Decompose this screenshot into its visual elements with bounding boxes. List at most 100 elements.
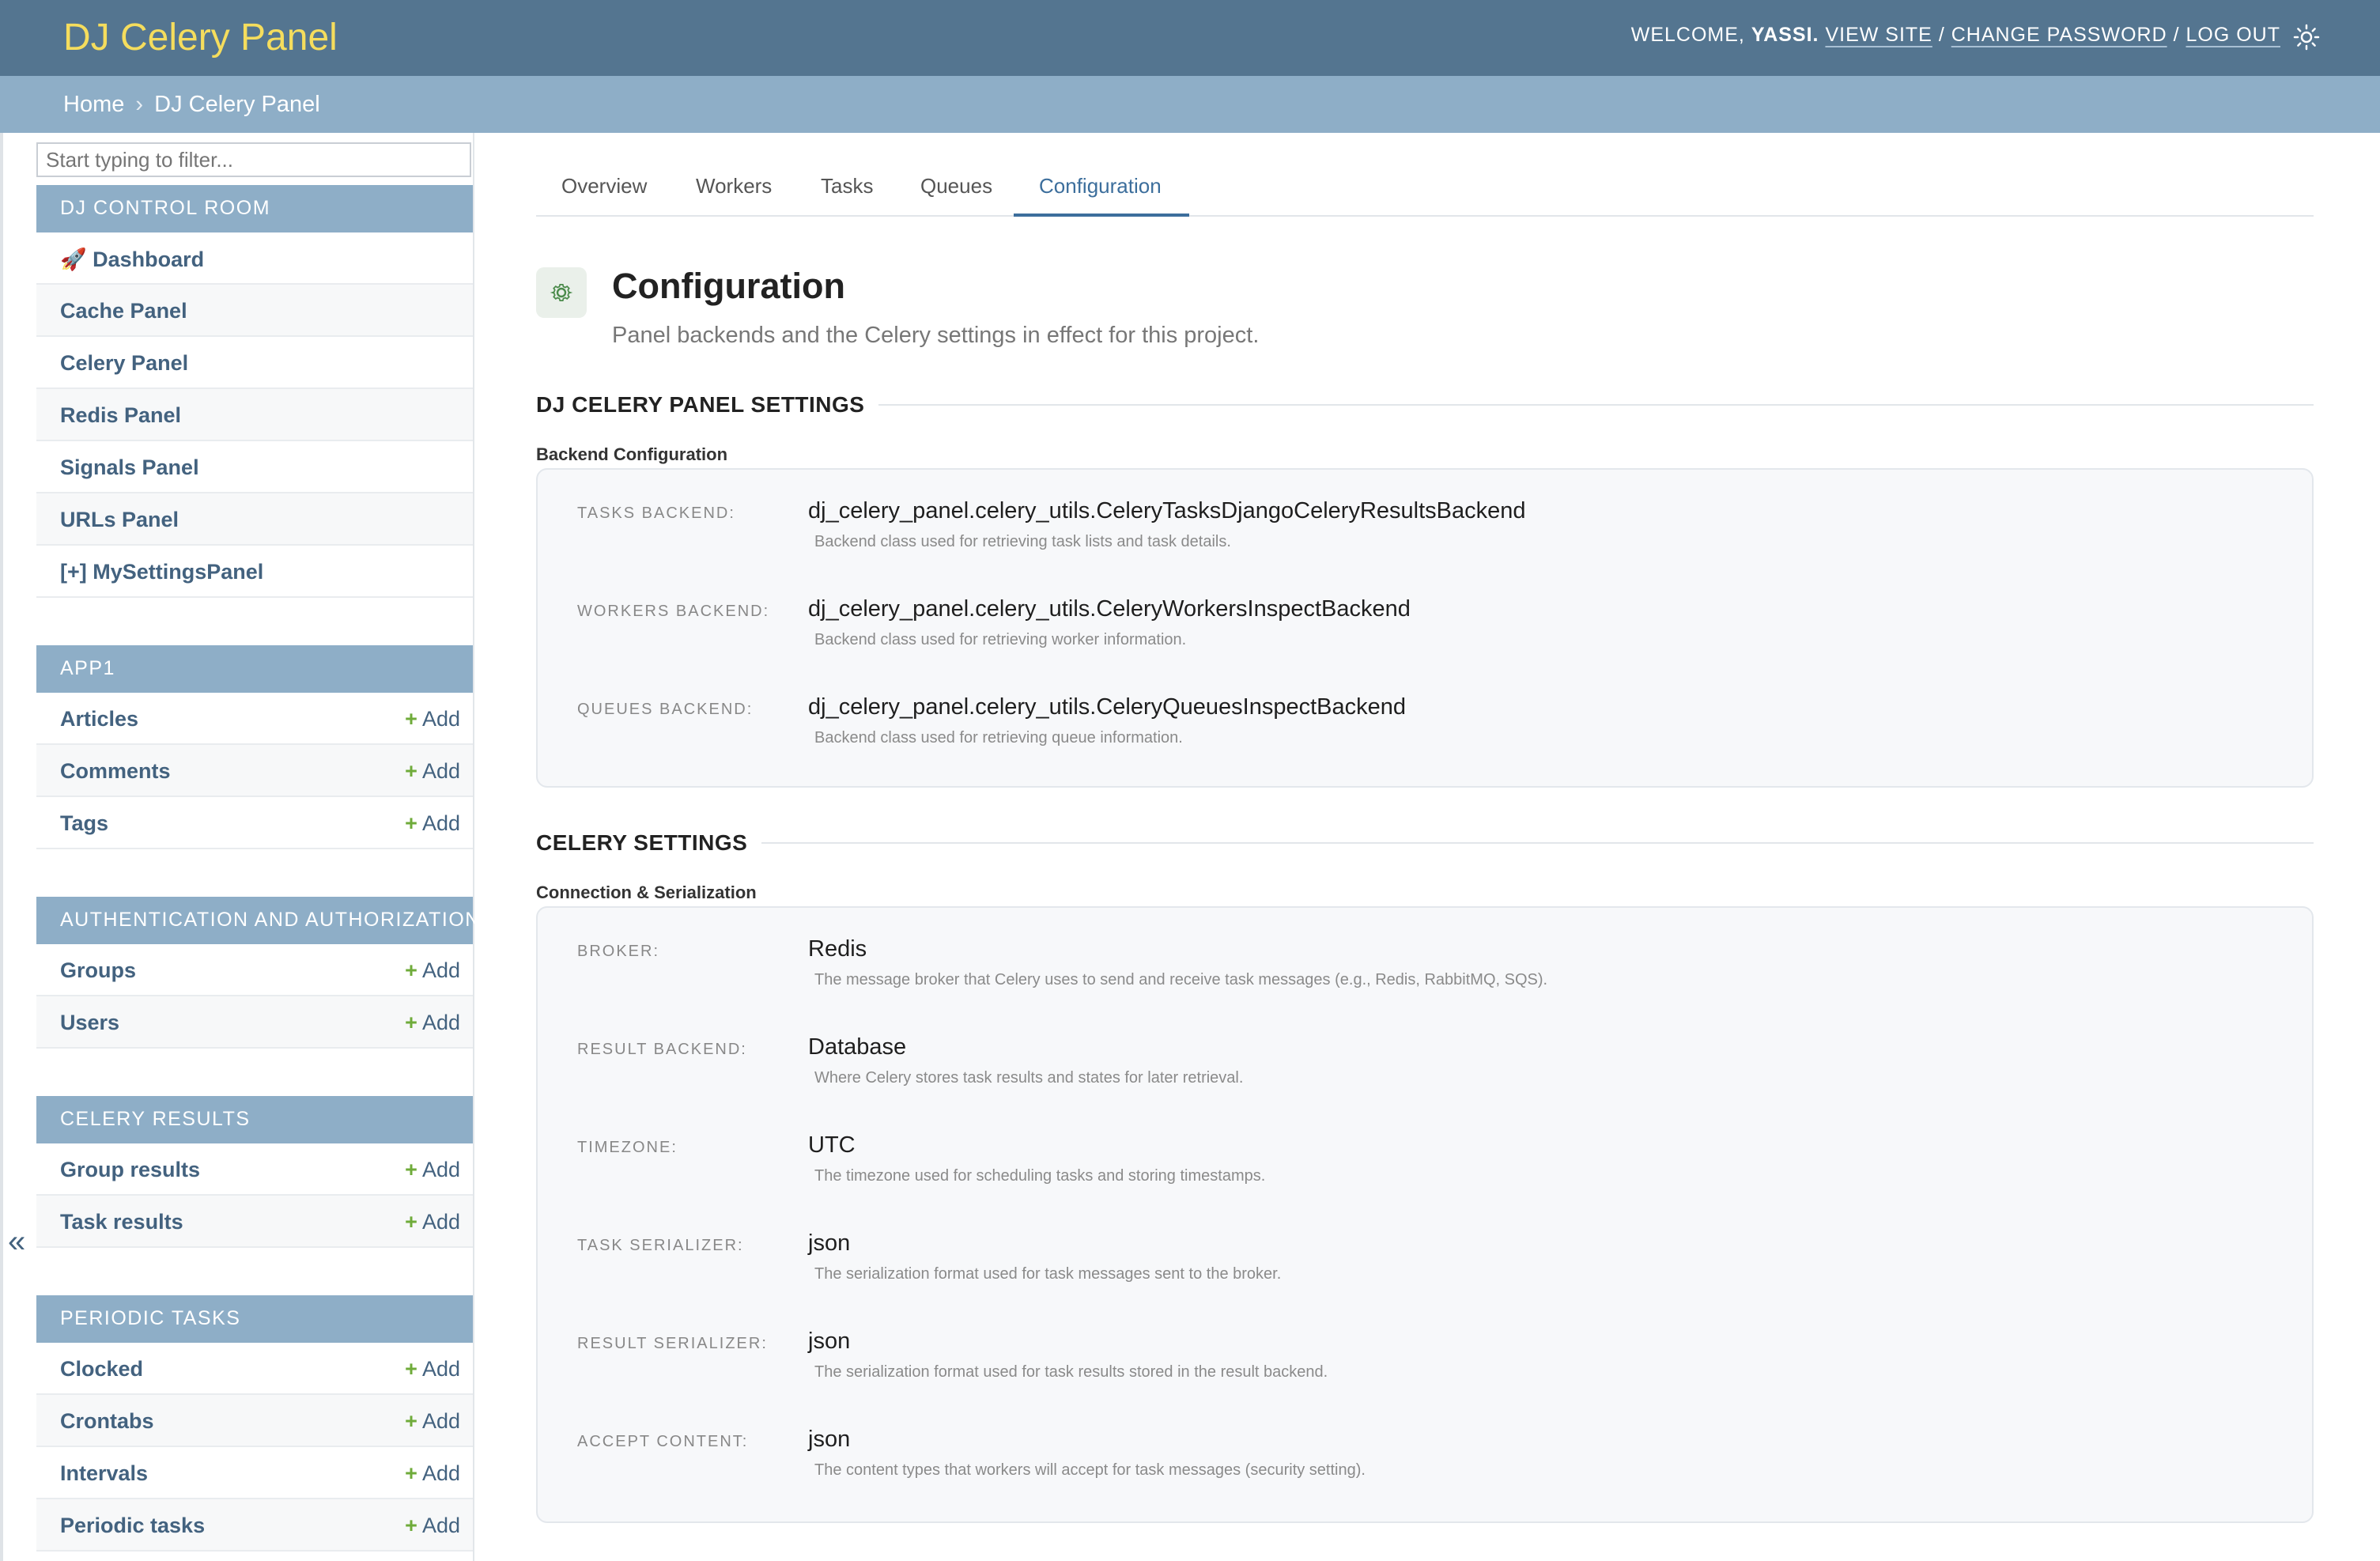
plus-icon: + — [405, 1210, 417, 1234]
add-link[interactable]: + Add — [405, 1158, 460, 1182]
module-dj-control-room: DJ Control Room 🚀 Dashboard Cache Panel … — [36, 185, 473, 598]
sidebar-item-cache-panel[interactable]: Cache Panel — [36, 285, 473, 337]
section-title: CELERY SETTINGS — [536, 830, 762, 856]
settings-card: Broker: Redis The message broker that Ce… — [536, 906, 2314, 1523]
sidebar-toggle-bar[interactable] — [0, 133, 3, 1561]
change-password-link[interactable]: Change password — [1951, 24, 2167, 46]
sidebar-item-users[interactable]: Users + Add — [36, 996, 473, 1049]
sidebar-item-periodic-tasks[interactable]: Periodic tasks + Add — [36, 1499, 473, 1552]
tab-queues[interactable]: Queues — [920, 174, 992, 198]
add-link[interactable]: + Add — [405, 1357, 460, 1381]
add-link[interactable]: + Add — [405, 811, 460, 836]
plus-icon: + — [405, 1461, 417, 1485]
module-header[interactable]: App1 — [36, 645, 473, 693]
plus-icon: + — [405, 958, 417, 982]
add-link[interactable]: + Add — [405, 1461, 460, 1486]
tab-configuration[interactable]: Configuration — [1039, 174, 1162, 198]
add-link[interactable]: + Add — [405, 1210, 460, 1234]
sidebar-item-group-results[interactable]: Group results + Add — [36, 1143, 473, 1196]
breadcrumb: Home › DJ Celery Panel — [0, 76, 2380, 133]
module-header[interactable]: Authentication and Authorization — [36, 897, 479, 944]
setting-value: Database — [808, 1034, 907, 1060]
setting-row: Queues Backend: dj_celery_panel.celery_u… — [538, 666, 2312, 764]
nav-filter-input[interactable] — [36, 142, 471, 177]
add-link[interactable]: + Add — [405, 958, 460, 983]
site-brand[interactable]: DJ Celery Panel — [63, 16, 338, 59]
setting-row: Workers Backend: dj_celery_panel.celery_… — [538, 568, 2312, 666]
breadcrumb-home[interactable]: Home — [63, 92, 124, 117]
group-label: Connection & Serialization — [536, 883, 757, 902]
sidebar-item-comments[interactable]: Comments + Add — [36, 745, 473, 797]
tab-bar: Overview Workers Tasks Queues Configurat… — [536, 164, 2314, 217]
module-periodic-tasks: Periodic Tasks Clocked + Add Crontabs + Add … — [36, 1295, 473, 1552]
tab-overview[interactable]: Overview — [561, 174, 647, 198]
sidebar-item-intervals[interactable]: Intervals + Add — [36, 1447, 473, 1499]
sidebar-item-groups[interactable]: Groups + Add — [36, 944, 473, 996]
setting-row: Broker: Redis The message broker that Ce… — [538, 908, 2312, 1006]
breadcrumb-current: DJ Celery Panel — [154, 92, 320, 117]
setting-key: Broker: — [577, 943, 660, 960]
tab-workers[interactable]: Workers — [696, 174, 772, 198]
sidebar-item-clocked[interactable]: Clocked + Add — [36, 1343, 473, 1395]
add-link[interactable]: + Add — [405, 1011, 460, 1035]
plus-icon: + — [405, 1011, 417, 1034]
setting-key: Queues Backend: — [577, 701, 754, 718]
setting-key: Tasks Backend: — [577, 505, 735, 522]
tab-tasks[interactable]: Tasks — [821, 174, 873, 198]
separator: / — [2173, 24, 2180, 46]
sidebar-item-redis-panel[interactable]: Redis Panel — [36, 389, 473, 441]
setting-value: dj_celery_panel.celery_utils.CeleryTasks… — [808, 498, 1526, 523]
add-link[interactable]: + Add — [405, 707, 460, 731]
setting-value: UTC — [808, 1132, 856, 1158]
page-title: Configuration — [612, 266, 845, 306]
setting-value: Redis — [808, 936, 867, 962]
setting-value: json — [808, 1427, 851, 1452]
plus-icon: + — [405, 1357, 417, 1381]
sidebar-item-mysettingspanel[interactable]: [+] MySettingsPanel — [36, 546, 473, 598]
setting-description: Backend class used for retrieving task l… — [814, 533, 1231, 550]
log-out-link[interactable]: Log out — [2185, 24, 2280, 46]
module-authentication-and-authorization: Authentication and Authorization Groups +… — [36, 897, 479, 1049]
active-tab-indicator — [1014, 214, 1189, 217]
breadcrumb-separator: › — [135, 92, 144, 117]
page-subtitle: Panel backends and the Celery settings i… — [612, 323, 1260, 348]
sidebar-item-tags[interactable]: Tags + Add — [36, 797, 473, 849]
module-header[interactable]: Celery Results — [36, 1096, 473, 1143]
sidebar-item-celery-panel[interactable]: Celery Panel — [36, 337, 473, 389]
username: yassi. — [1751, 24, 1819, 46]
group-label: Backend Configuration — [536, 444, 728, 464]
add-link[interactable]: + Add — [405, 759, 460, 784]
setting-description: Backend class used for retrieving worker… — [814, 631, 1187, 648]
setting-row: Result Serializer: json The serializatio… — [538, 1300, 2312, 1398]
setting-row: Timezone: UTC The timezone used for sche… — [538, 1104, 2312, 1202]
plus-icon: + — [405, 707, 417, 731]
setting-value: dj_celery_panel.celery_utils.CeleryWorke… — [808, 596, 1411, 622]
module-header[interactable]: DJ Control Room — [36, 185, 473, 232]
setting-key: Timezone: — [577, 1139, 678, 1156]
sidebar-item-signals-panel[interactable]: Signals Panel — [36, 441, 473, 493]
add-link[interactable]: + Add — [405, 1409, 460, 1434]
sidebar-item-articles[interactable]: Articles + Add — [36, 693, 473, 745]
setting-row: Result Backend: Database Where Celery st… — [538, 1006, 2312, 1104]
sidebar-item-urls-panel[interactable]: URLs Panel — [36, 493, 473, 546]
add-link[interactable]: + Add — [405, 1514, 460, 1538]
plus-icon: + — [405, 1409, 417, 1433]
sidebar-item-task-results[interactable]: Task results + Add — [36, 1196, 473, 1248]
setting-row: Tasks Backend: dj_celery_panel.celery_ut… — [538, 470, 2312, 568]
module-header[interactable]: Periodic Tasks — [36, 1295, 473, 1343]
setting-description: The timezone used for scheduling tasks a… — [814, 1167, 1266, 1185]
setting-value: json — [808, 1230, 851, 1256]
setting-row: Accept Content: json The content types t… — [538, 1398, 2312, 1496]
setting-description: The serialization format used for task r… — [814, 1363, 1328, 1381]
sidebar-item-crontabs[interactable]: Crontabs + Add — [36, 1395, 473, 1447]
setting-description: Backend class used for retrieving queue … — [814, 729, 1183, 746]
sun-icon[interactable] — [2293, 24, 2320, 51]
setting-description: The content types that workers will acce… — [814, 1461, 1366, 1479]
view-site-link[interactable]: View site — [1825, 24, 1932, 46]
sidebar-item-dashboard[interactable]: 🚀 Dashboard — [36, 232, 473, 285]
gear-icon — [536, 267, 587, 318]
module-celery-results: Celery Results Group results + Add Task re… — [36, 1096, 473, 1248]
collapse-sidebar-icon[interactable]: « — [8, 1224, 25, 1260]
plus-icon: + — [405, 759, 417, 783]
setting-description: The serialization format used for task m… — [814, 1265, 1282, 1283]
